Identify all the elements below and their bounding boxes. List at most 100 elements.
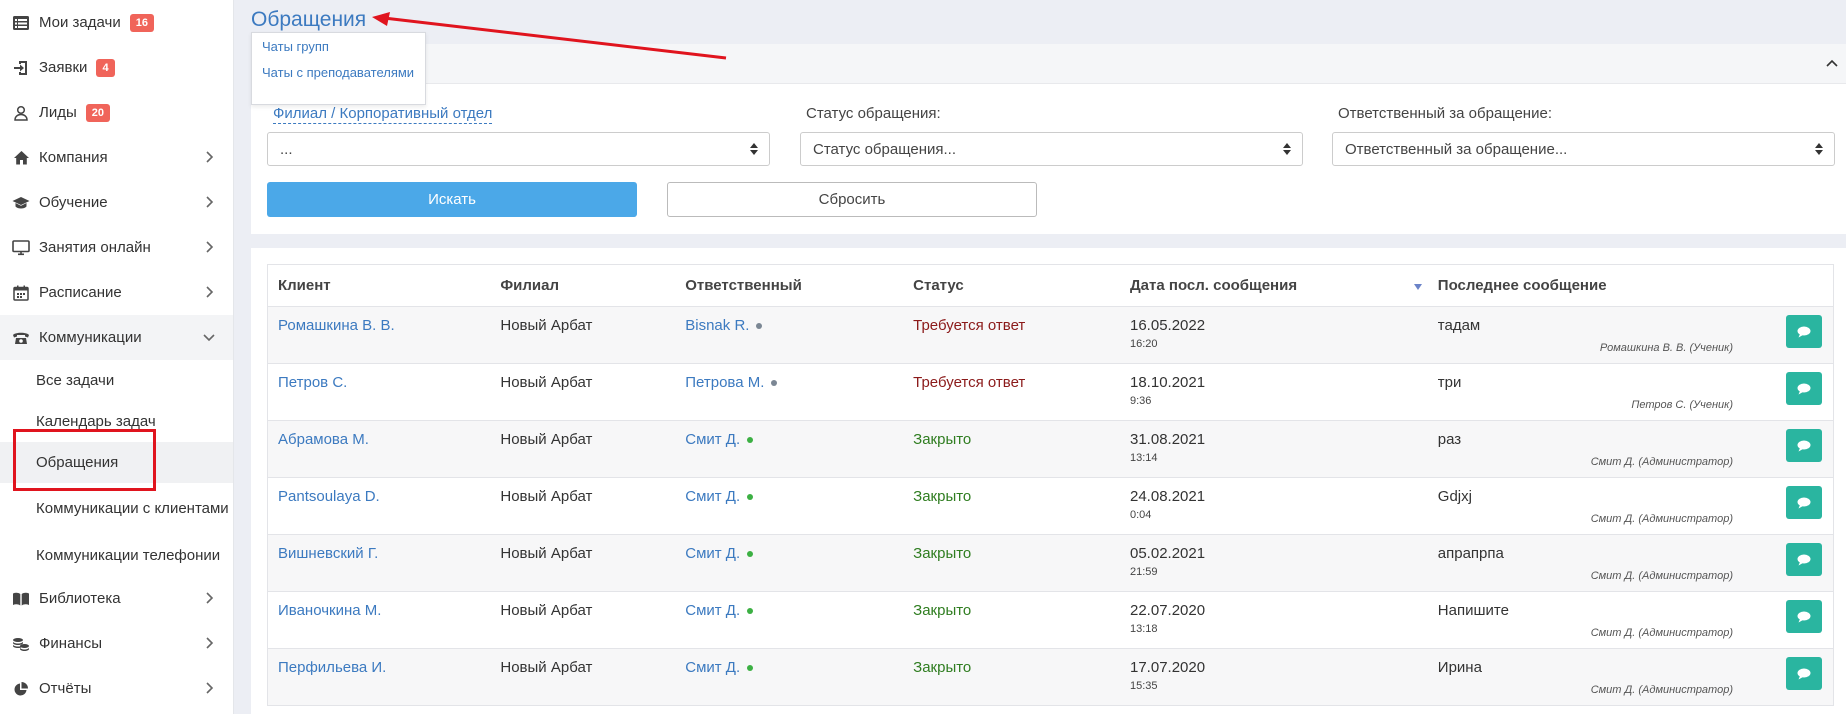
chat-bubble-icon <box>1797 554 1811 565</box>
sidebar-item-library[interactable]: Библиотека <box>0 576 233 621</box>
sidebar-subitem-all-tasks[interactable]: Все задачи <box>0 360 233 401</box>
chat-bubble-icon <box>1797 383 1811 394</box>
branch-select[interactable]: ... <box>267 132 770 166</box>
branch-cell: Новый Арбат <box>500 317 593 334</box>
status-cell: Закрыто <box>913 659 972 676</box>
client-link[interactable]: Перфильева И. <box>278 659 386 676</box>
client-link[interactable]: Петров С. <box>278 374 347 391</box>
dropdown-item-teacher-chats[interactable]: Чаты с преподавателями <box>262 65 415 81</box>
table-row: Перфильева И. Новый Арбат Смит Д. Закрыт… <box>267 648 1834 706</box>
status-cell: Закрыто <box>913 431 972 448</box>
branch-cell: Новый Арбат <box>500 431 593 448</box>
chevron-right-icon <box>201 284 217 300</box>
sidebar-item-label: Отчёты <box>39 680 92 697</box>
sidebar-item-label: Занятия онлайн <box>39 239 151 256</box>
sidebar-item-label: Мои задачи <box>39 14 121 31</box>
open-chat-button[interactable] <box>1786 315 1822 348</box>
client-link[interactable]: Абрамова М. <box>278 431 369 448</box>
open-chat-button[interactable] <box>1786 600 1822 633</box>
status-cell: Закрыто <box>913 488 972 505</box>
responsible-link[interactable]: Смит Д. <box>685 545 740 562</box>
table-row: Pantsoulaya D. Новый Арбат Смит Д. Закры… <box>267 477 1834 535</box>
last-message-text: Ирина <box>1437 659 1482 676</box>
responsible-link[interactable]: Смит Д. <box>685 431 740 448</box>
chevron-right-icon <box>201 239 217 255</box>
last-message-date: 05.02.2021 <box>1130 545 1206 562</box>
annotation-highlight-box <box>13 429 156 491</box>
responsible-link[interactable]: Смит Д. <box>685 602 740 619</box>
last-message-time: 15:35 <box>1130 680 1158 692</box>
last-message-date: 31.08.2021 <box>1130 431 1206 448</box>
branch-cell: Новый Арбат <box>500 659 593 676</box>
sidebar-item-leads[interactable]: Лиды 20 <box>0 90 233 135</box>
branch-select-value: ... <box>280 141 293 158</box>
sidebar-item-schedule[interactable]: Расписание <box>0 270 233 315</box>
page-title[interactable]: Обращения <box>251 8 366 32</box>
table-row: Вишневский Г. Новый Арбат Смит Д. Закрыт… <box>267 534 1834 592</box>
book-icon <box>12 590 30 608</box>
open-chat-button[interactable] <box>1786 543 1822 576</box>
responsible-select[interactable]: Ответственный за обращение... <box>1332 132 1835 166</box>
search-button[interactable]: Искать <box>267 182 637 217</box>
calendar-icon <box>12 284 30 302</box>
column-header-last-message[interactable]: Последнее сообщение <box>1427 264 1834 307</box>
last-message-time: 13:18 <box>1130 623 1158 635</box>
sidebar-item-reports[interactable]: Отчёты <box>0 666 233 711</box>
chevron-right-icon <box>201 635 217 651</box>
column-header-last-date-label: Дата посл. сообщения <box>1130 277 1298 294</box>
sidebar-item-communications[interactable]: Коммуникации <box>0 315 233 360</box>
last-message-time: 0:04 <box>1130 509 1152 521</box>
online-status-dot <box>747 551 754 558</box>
responsible-link[interactable]: Петрова М. <box>685 374 764 391</box>
requests-table: Клиент Филиал Ответственный Статус Дата … <box>267 264 1834 706</box>
sidebar-item-label: Коммуникации <box>39 329 142 346</box>
client-link[interactable]: Ромашкина В. В. <box>278 317 395 334</box>
sort-desc-icon[interactable] <box>1413 283 1423 291</box>
status-cell: Требуется ответ <box>913 374 1026 391</box>
branch-cell: Новый Арбат <box>500 374 593 391</box>
responsible-link[interactable]: Смит Д. <box>685 488 740 505</box>
select-arrows-icon <box>1283 143 1291 155</box>
column-header-status[interactable]: Статус <box>903 264 1120 307</box>
branch-filter-label[interactable]: Филиал / Корпоративный отдел <box>273 105 493 124</box>
sidebar-item-company[interactable]: Компания <box>0 135 233 180</box>
column-header-last-date[interactable]: Дата посл. сообщения <box>1120 264 1428 307</box>
last-message-time: 21:59 <box>1130 566 1158 578</box>
open-chat-button[interactable] <box>1786 657 1822 690</box>
client-link[interactable]: Вишневский Г. <box>278 545 378 562</box>
responsible-link[interactable]: Bisnak R. <box>685 317 749 334</box>
sidebar-item-label: Расписание <box>39 284 122 301</box>
open-chat-button[interactable] <box>1786 429 1822 462</box>
column-header-client[interactable]: Клиент <box>267 264 491 307</box>
last-message-date: 16.05.2022 <box>1130 317 1206 334</box>
table-row: Ромашкина В. В. Новый Арбат Bisnak R. Тр… <box>267 306 1834 364</box>
chevron-down-icon <box>201 329 217 345</box>
last-message-time: 16:20 <box>1130 338 1158 350</box>
column-header-branch[interactable]: Филиал <box>490 264 676 307</box>
sidebar-item-requests[interactable]: Заявки 4 <box>0 45 233 90</box>
count-badge: 16 <box>129 13 154 32</box>
last-message-date: 18.10.2021 <box>1130 374 1206 391</box>
column-header-responsible[interactable]: Ответственный <box>675 264 904 307</box>
sidebar-subitem-telephony-communications[interactable]: Коммуникации телефонии <box>0 535 233 576</box>
sidebar-item-education[interactable]: Обучение <box>0 180 233 225</box>
chevron-right-icon <box>201 680 217 696</box>
status-select[interactable]: Статус обращения... <box>800 132 1303 166</box>
open-chat-button[interactable] <box>1786 486 1822 519</box>
last-message-date: 17.07.2020 <box>1130 659 1206 676</box>
sidebar-item-online-lessons[interactable]: Занятия онлайн <box>0 225 233 270</box>
chevron-up-icon[interactable] <box>1824 56 1840 72</box>
list-icon <box>12 14 30 32</box>
sidebar: Мои задачи 16 Заявки 4 Лиды 20 Компания … <box>0 0 234 714</box>
reset-button[interactable]: Сбросить <box>667 182 1037 217</box>
last-message-text: тадам <box>1437 317 1481 334</box>
sidebar-item-finance[interactable]: Финансы <box>0 621 233 666</box>
responsible-link[interactable]: Смит Д. <box>685 659 740 676</box>
sidebar-item-my-tasks[interactable]: Мои задачи 16 <box>0 0 233 45</box>
open-chat-button[interactable] <box>1786 372 1822 405</box>
branch-cell: Новый Арбат <box>500 545 593 562</box>
online-status-dot <box>756 323 763 330</box>
client-link[interactable]: Pantsoulaya D. <box>278 488 380 505</box>
client-link[interactable]: Иваночкина М. <box>278 602 381 619</box>
user-icon <box>12 104 30 122</box>
